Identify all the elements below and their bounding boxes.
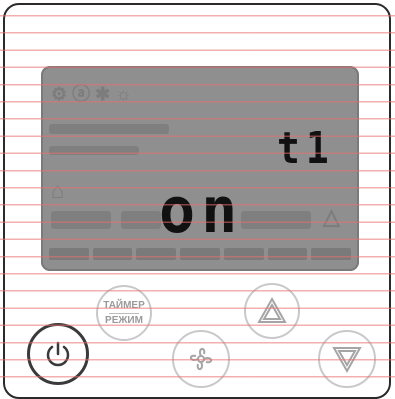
timer-code: t1 — [277, 122, 335, 174]
segment-cell — [92, 248, 133, 260]
ghost-row — [121, 211, 161, 229]
status-readout: on — [159, 174, 244, 248]
triangle-down-icon — [332, 347, 362, 374]
timer-mode-button[interactable]: ТАЙМЕР РЕЖИМ — [96, 285, 152, 341]
mode-label: РЕЖИМ — [105, 314, 143, 326]
ghost-row — [49, 124, 169, 134]
divider — [109, 312, 139, 314]
segment-cell — [311, 248, 352, 260]
ghost-warning-icon: △ — [323, 204, 340, 229]
power-icon — [46, 341, 70, 367]
fan-button[interactable] — [172, 330, 230, 388]
ghost-row — [241, 211, 311, 229]
fan-icon — [190, 348, 212, 370]
lcd-display: ⚙ ⓐ ✱ ☼ ⌂ △ t1 on — [41, 66, 359, 271]
segment-cell — [180, 248, 220, 260]
ghost-mode-icons: ⚙ ⓐ ✱ ☼ — [51, 84, 132, 104]
timer-label: ТАЙМЕР — [103, 299, 145, 311]
ghost-room-icon: ⌂ — [51, 178, 65, 203]
ghost-row — [49, 146, 139, 155]
segment-bar — [49, 248, 352, 260]
up-button[interactable] — [244, 283, 300, 339]
segment-cell — [49, 248, 89, 260]
power-button[interactable] — [27, 323, 89, 385]
segment-cell — [136, 248, 177, 260]
down-button[interactable] — [318, 330, 376, 388]
segment-cell — [267, 248, 308, 260]
segment-cell — [223, 248, 264, 260]
ghost-row — [51, 211, 111, 229]
triangle-up-icon — [257, 296, 287, 323]
